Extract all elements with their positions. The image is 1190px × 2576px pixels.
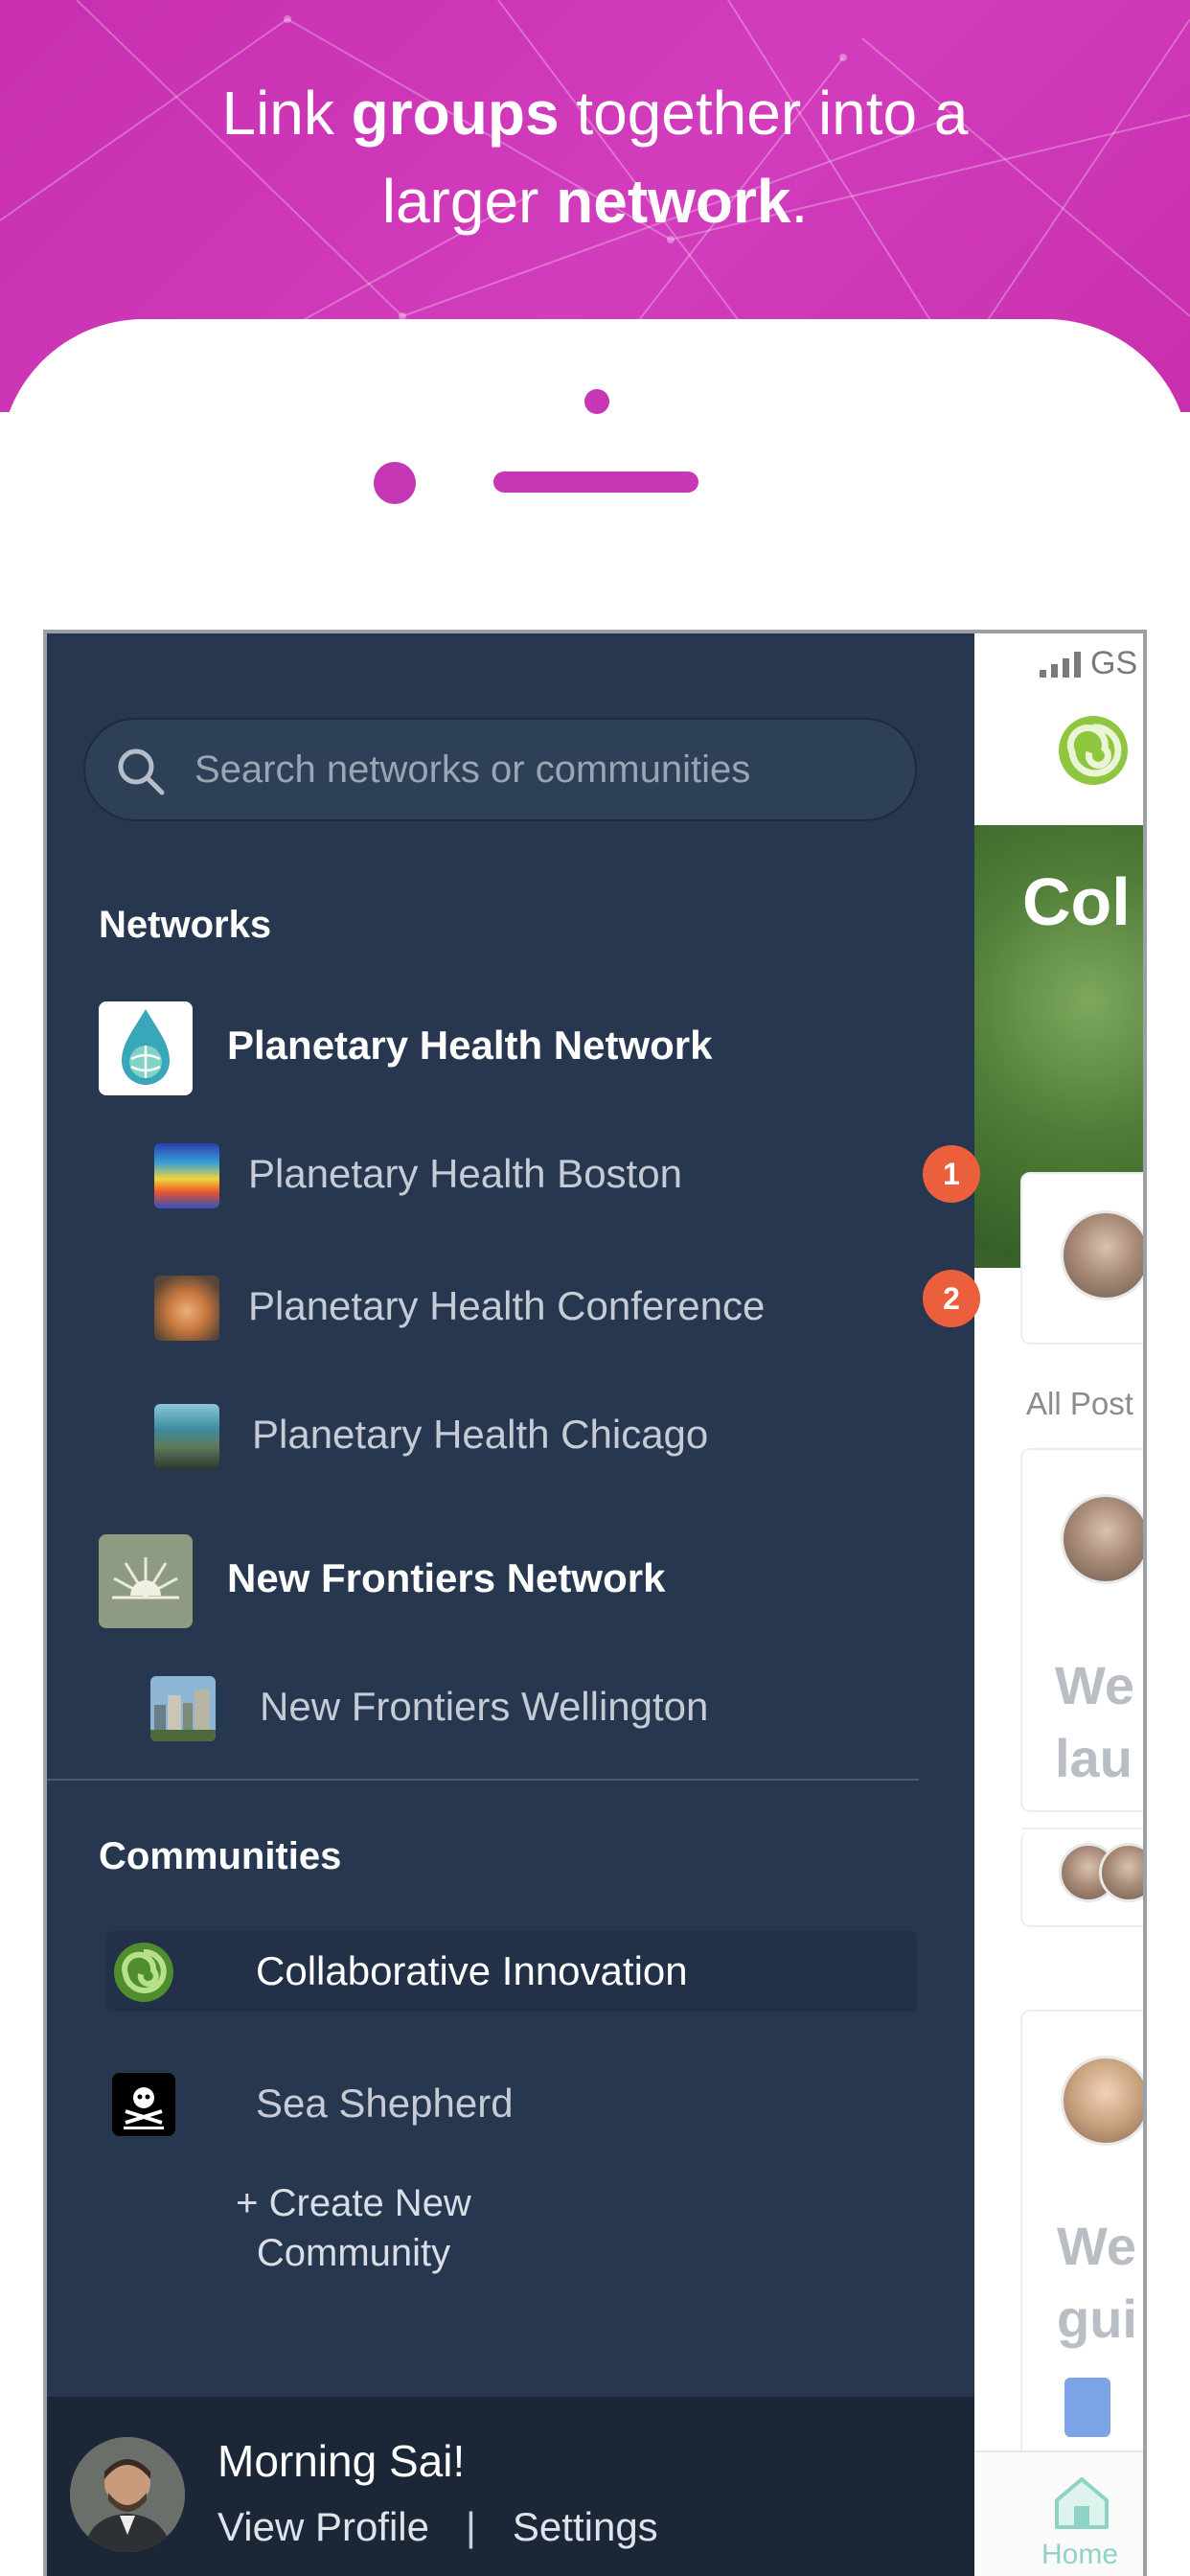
network-planetary-health[interactable]: Planetary Health Network [99, 1001, 942, 1097]
planetary-health-logo-icon [99, 1001, 193, 1095]
city-thumb-icon [150, 1676, 216, 1741]
avatar [1061, 2056, 1143, 2146]
community-name: Planetary Health Chicago [252, 1412, 709, 1457]
avatar [1061, 1210, 1143, 1300]
network-name: New Frontiers Network [227, 1555, 666, 1600]
community-planetary-health-conference[interactable]: Planetary Health Conference 2 [154, 1270, 980, 1346]
phone-screen: GS Col All Post We lau We gui Home Searc… [43, 630, 1147, 2576]
banner-title: Col [1022, 864, 1131, 939]
drawer-footer: Morning Sai! View Profile | Settings [47, 2397, 974, 2576]
create-community-button[interactable]: + Create New Community [210, 2178, 497, 2278]
status-bar: GS [1040, 645, 1143, 682]
communities-heading: Communities [99, 1835, 342, 1877]
composer-card[interactable] [1020, 1172, 1143, 1345]
navigation-drawer: Networks Planetary Health Network Planet… [47, 633, 980, 2576]
view-profile-link[interactable]: View Profile [217, 2504, 429, 2550]
speaker-slot [493, 472, 698, 493]
home-icon[interactable] [1051, 2473, 1112, 2531]
all-posts-label[interactable]: All Post [1026, 1386, 1133, 1422]
avatar [1061, 1494, 1143, 1584]
app-logo-spiral-icon[interactable] [1057, 714, 1130, 787]
app-background: GS Col All Post We lau We gui Home [974, 633, 1143, 2576]
community-name: Planetary Health Conference [248, 1283, 766, 1328]
link-separator: | [466, 2504, 476, 2549]
community-planetary-health-chicago[interactable]: Planetary Health Chicago [154, 1398, 950, 1475]
heatmap-thumb-icon [154, 1143, 219, 1208]
greeting-text: Morning Sai! [217, 2436, 466, 2486]
card-divider [1022, 1828, 1143, 1829]
community-planetary-health-boston[interactable]: Planetary Health Boston 1 [154, 1138, 980, 1214]
signal-bars-icon [1040, 651, 1081, 678]
sensor-dot [374, 462, 416, 504]
sunrise-logo-icon [99, 1534, 193, 1628]
search-input[interactable] [195, 720, 904, 819]
section-divider [47, 1779, 919, 1781]
network-name: Planetary Health Network [227, 1023, 713, 1068]
reef-thumb-icon [154, 1404, 219, 1469]
networks-heading: Networks [99, 904, 272, 946]
tab-bar: Home [974, 2450, 1143, 2576]
carrier-label: GS [1090, 645, 1138, 681]
jolly-roger-logo-icon [112, 2073, 175, 2136]
post-title-1: We lau [1055, 1655, 1134, 1788]
camera-dot [584, 389, 609, 414]
hero-line-1: Link groups together into a [221, 79, 969, 148]
notification-badge: 1 [923, 1145, 980, 1203]
community-name: Collaborative Innovation [256, 1948, 688, 1993]
create-community-line-2: Community [256, 2232, 451, 2274]
fox-thumb-icon [154, 1276, 219, 1341]
search-bar[interactable] [83, 718, 917, 821]
hero-title: Link groups together into a larger netwo… [0, 69, 1190, 245]
community-sea-shepherd[interactable]: Sea Shepherd [106, 2063, 917, 2144]
community-new-frontiers-wellington[interactable]: New Frontiers Wellington [150, 1670, 950, 1747]
tab-home-label[interactable]: Home [1041, 2539, 1118, 2571]
community-name: Planetary Health Boston [248, 1151, 682, 1196]
search-icon [118, 748, 165, 795]
create-community-line-1: + Create New [236, 2182, 471, 2224]
network-new-frontiers[interactable]: New Frontiers Network [99, 1534, 942, 1630]
post-card-1-footer [1020, 1831, 1143, 1927]
footer-links: View Profile | Settings [217, 2504, 658, 2550]
document-icon[interactable] [1064, 2378, 1110, 2437]
community-name: Sea Shepherd [256, 2081, 514, 2126]
community-collaborative-innovation[interactable]: Collaborative Innovation [106, 1931, 917, 2012]
settings-link[interactable]: Settings [513, 2504, 658, 2550]
notification-badge: 2 [923, 1270, 980, 1327]
user-avatar[interactable] [70, 2437, 185, 2552]
post-title-2: We gui [1057, 2216, 1137, 2349]
community-name: New Frontiers Wellington [260, 1684, 709, 1729]
hero-line-2: larger network. [381, 167, 809, 236]
green-spiral-logo-icon [112, 1941, 175, 2004]
